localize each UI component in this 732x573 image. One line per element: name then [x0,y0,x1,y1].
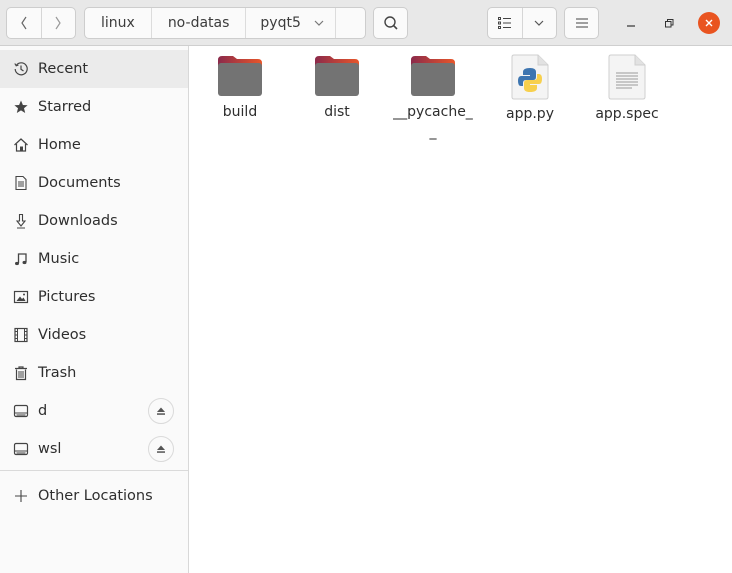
view-options-button[interactable] [521,8,557,38]
drive-icon [13,441,29,457]
picture-icon [13,289,29,305]
crumb-label: linux [101,15,135,31]
file-name: build [222,104,258,120]
sidebar-item-starred[interactable]: Starred [0,88,188,126]
file-view[interactable]: build dist __pycache__ app.py app.spec [189,46,732,573]
minimize-icon [627,25,635,27]
music-note-icon [13,251,29,267]
sidebar-item-label: Music [38,251,80,267]
close-icon [705,19,713,27]
file-name: app.spec [595,106,659,122]
restore-icon [665,19,674,28]
python-file-icon [511,54,549,100]
path-bar-filler[interactable] [336,8,365,38]
trash-icon [13,365,29,381]
sidebar-item-downloads[interactable]: Downloads [0,202,188,240]
sidebar-item-label: Documents [38,175,121,191]
back-button[interactable] [7,8,41,38]
chevron-down-icon [314,20,324,26]
text-file-icon [608,54,646,100]
sidebar-item-d[interactable]: d [0,392,188,430]
folder-icon [411,56,455,96]
crumb-label: no-datas [167,15,230,31]
file-item-pycache[interactable]: __pycache__ [388,54,478,142]
sidebar-item-trash[interactable]: Trash [0,354,188,392]
file-item-dist[interactable]: dist [292,54,382,122]
folder-icon [218,56,262,96]
file-item-app-py[interactable]: app.py [485,54,575,124]
close-button[interactable] [698,12,720,34]
path-crumb-no-datas[interactable]: no-datas [152,8,247,38]
sidebar-item-label: wsl [38,441,62,457]
sidebar-item-wsl[interactable]: wsl [0,430,188,468]
sidebar-item-label: Downloads [38,213,118,229]
path-bar: linux no-datas pyqt5 [84,7,366,39]
chevron-left-icon [21,16,27,30]
list-view-icon [497,17,511,29]
document-icon [13,175,29,191]
eject-icon [157,445,165,453]
file-name: __pycache__ [393,104,473,140]
crumb-label: pyqt5 [260,15,301,31]
film-icon [13,327,29,343]
navigation-buttons [6,7,76,39]
path-crumb-pyqt5[interactable]: pyqt5 [246,8,336,38]
main-menu-button[interactable] [564,7,599,39]
file-item-app-spec[interactable]: app.spec [582,54,672,124]
hamburger-menu-icon [575,18,588,28]
file-name: app.py [506,106,554,122]
search-icon [383,16,398,30]
list-view-button[interactable] [488,8,522,38]
sidebar-separator [0,470,188,471]
clock-icon [13,61,29,77]
chevron-down-icon [534,20,544,26]
sidebar-item-home[interactable]: Home [0,126,188,164]
home-icon [13,137,29,153]
view-controls [487,7,557,39]
forward-button[interactable] [40,8,76,38]
drive-icon [13,403,29,419]
file-item-build[interactable]: build [195,54,285,122]
sidebar-item-documents[interactable]: Documents [0,164,188,202]
sidebar-item-label: Starred [38,99,92,115]
chevron-right-icon [55,16,61,30]
sidebar-item-label: Pictures [38,289,96,305]
download-icon [13,213,29,229]
minimize-button[interactable] [620,12,642,34]
sidebar-item-label: Other Locations [38,488,153,504]
eject-icon [157,407,165,415]
sidebar-item-label: d [38,403,48,419]
file-name: dist [324,104,350,120]
sidebar-item-label: Trash [38,365,77,381]
sidebar-item-label: Home [38,137,81,153]
maximize-button[interactable] [658,12,680,34]
sidebar-item-videos[interactable]: Videos [0,316,188,354]
sidebar-item-label: Videos [38,327,87,343]
sidebar-item-music[interactable]: Music [0,240,188,278]
header-bar: linux no-datas pyqt5 [0,0,732,46]
sidebar-item-recent[interactable]: Recent [0,50,188,88]
sidebar-item-other-locations[interactable]: Other Locations [0,477,188,515]
eject-d-button[interactable] [148,398,174,424]
sidebar: Recent Starred Home Documents Downloads … [0,46,189,573]
path-crumb-linux[interactable]: linux [85,8,152,38]
sidebar-item-label: Recent [38,61,89,77]
star-icon [13,99,29,115]
plus-icon [13,488,29,504]
eject-wsl-button[interactable] [148,436,174,462]
sidebar-item-pictures[interactable]: Pictures [0,278,188,316]
search-button[interactable] [373,7,408,39]
folder-icon [315,56,359,96]
